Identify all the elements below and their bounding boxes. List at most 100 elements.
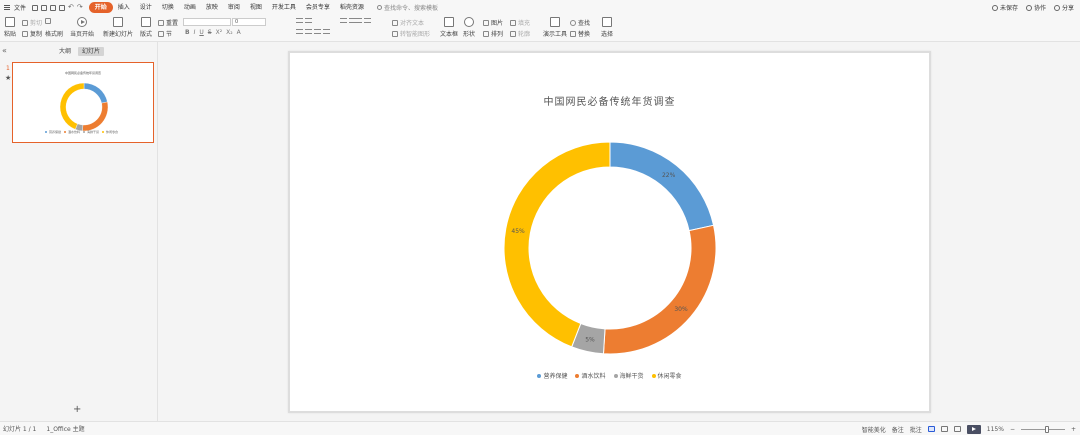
copy-label: 复制 <box>30 31 43 38</box>
new-slide-button[interactable]: 新建幻灯片 <box>103 17 133 38</box>
line-spacing-icon[interactable] <box>364 18 371 23</box>
bold-icon[interactable]: B <box>185 29 190 36</box>
zoom-slider-knob[interactable] <box>1044 425 1049 433</box>
replace-icon <box>570 30 576 37</box>
tab-member[interactable]: 会员专享 <box>301 2 335 13</box>
reading-view-icon[interactable] <box>953 426 961 432</box>
slide-sorter-icon[interactable] <box>940 426 948 432</box>
redo-icon[interactable]: ↷ <box>77 4 83 11</box>
donut-chart[interactable]: 22% 30% 5% 45% <box>504 142 716 354</box>
theme-name[interactable]: 1_Office 主题 <box>46 424 84 433</box>
paste-button[interactable]: 粘贴 <box>4 17 16 38</box>
legend-swatch <box>613 373 618 378</box>
add-slide-button[interactable]: + <box>73 405 81 415</box>
tab-view[interactable]: 视图 <box>245 2 267 13</box>
font-color-icon[interactable]: A <box>237 29 241 36</box>
textbox-button[interactable]: 文本框 <box>440 17 458 38</box>
align-center-icon[interactable] <box>305 29 312 34</box>
align-left-icon[interactable] <box>296 29 303 34</box>
outline-icon <box>510 30 516 37</box>
zoom-level[interactable]: 115% <box>987 426 1004 433</box>
slide-thumbnail[interactable]: 中国网民必备传统年货调查 营养保健 酒水饮料 海鲜干货 休闲零食 <box>12 62 154 143</box>
numbering-icon[interactable] <box>305 18 312 23</box>
underline-icon[interactable]: U <box>199 29 203 36</box>
bullets-button[interactable] <box>296 18 312 23</box>
export-pdf-icon[interactable] <box>41 4 48 11</box>
font-name-select[interactable] <box>183 18 231 26</box>
slice-1[interactable] <box>602 224 716 354</box>
unsaved-button[interactable]: 未保存 <box>991 3 1018 12</box>
tab-outline[interactable]: 大纲 <box>55 47 75 56</box>
comments-button[interactable]: 批注 <box>910 425 922 434</box>
columns-button[interactable] <box>355 18 371 23</box>
tab-start[interactable]: 开始 <box>88 2 113 13</box>
undo-icon[interactable]: ↶ <box>68 4 74 11</box>
arrange-button[interactable]: 排列 <box>483 29 503 38</box>
picture-button[interactable]: 图片 <box>483 18 503 27</box>
notes-button[interactable]: 备注 <box>892 425 904 434</box>
legend-item[interactable]: 休闲零食 <box>651 371 682 380</box>
decrease-indent-icon[interactable] <box>340 18 347 23</box>
zoom-out-icon[interactable]: − <box>1010 426 1015 433</box>
legend-item[interactable]: 酒水饮料 <box>575 371 606 380</box>
print-preview-icon[interactable] <box>59 4 66 11</box>
fill-button[interactable]: 填充 <box>510 18 530 27</box>
copy-button[interactable]: 复制 <box>22 29 42 38</box>
tab-developer[interactable]: 开发工具 <box>267 2 301 13</box>
align-right-icon[interactable] <box>314 29 321 34</box>
slice-0[interactable] <box>609 142 715 232</box>
print-icon[interactable] <box>50 4 57 11</box>
chart-title[interactable]: 中国网民必备传统年货调查 <box>290 93 929 108</box>
arrange-label: 排列 <box>491 31 504 38</box>
normal-view-icon[interactable] <box>927 426 935 432</box>
select-button[interactable]: 选择 <box>601 17 613 38</box>
reset-button[interactable]: 重置 <box>158 18 178 27</box>
shape-button[interactable]: 形状 <box>463 17 475 38</box>
menu-bar: 文件 ↶ ↷ 开始 插入 设计 切换 动画 放映 审阅 视图 开发工具 会员专享… <box>0 0 1080 15</box>
layout-button[interactable]: 版式 <box>140 17 152 38</box>
format-painter-button[interactable] <box>45 18 51 24</box>
slideshow-play-button[interactable] <box>966 424 981 434</box>
subscript-icon[interactable]: X₂ <box>226 29 233 36</box>
section-button[interactable]: 节 <box>158 29 172 38</box>
legend-item[interactable]: 营养保健 <box>537 371 567 380</box>
italic-icon[interactable]: I <box>194 29 196 36</box>
shape-icon <box>464 17 474 27</box>
collab-button[interactable]: 协作 <box>1025 3 1046 12</box>
tab-design[interactable]: 设计 <box>135 2 157 13</box>
play-from-current-button[interactable]: 当页开始 <box>70 17 94 38</box>
font-size-select[interactable]: 0 <box>232 18 266 26</box>
tab-docer-resources[interactable]: 稻壳资源 <box>335 2 369 13</box>
replace-button[interactable]: 替换 <box>570 29 590 38</box>
outline-button[interactable]: 轮廓 <box>510 29 530 38</box>
convert-smartart-button[interactable]: 转智能图形 <box>392 29 430 38</box>
file-menu[interactable]: 文件 <box>14 3 26 12</box>
tab-slideshow[interactable]: 放映 <box>201 2 223 13</box>
chart-legend[interactable]: 营养保健 酒水饮料 海鲜干货 休闲零食 <box>290 371 929 380</box>
cut-button[interactable]: 剪切 <box>22 18 42 27</box>
presenter-tools-button[interactable]: 演示工具 <box>543 17 567 38</box>
find-button[interactable]: 查找 <box>570 18 590 27</box>
strikethrough-icon[interactable]: S <box>208 29 212 36</box>
legend-item[interactable]: 海鲜干货 <box>613 371 644 380</box>
tab-slides[interactable]: 幻灯片 <box>78 47 105 56</box>
menu-icon[interactable] <box>2 0 12 15</box>
format-painter-label-button[interactable]: 格式刷 <box>45 29 63 38</box>
tab-animation[interactable]: 动画 <box>179 2 201 13</box>
thumb-slice-1 <box>82 101 108 131</box>
tab-transition[interactable]: 切换 <box>157 2 179 13</box>
tab-insert[interactable]: 插入 <box>113 2 135 13</box>
command-search[interactable]: 查找命令、搜索模板 <box>376 3 438 12</box>
collapse-panel-icon[interactable]: « <box>2 47 7 55</box>
save-icon[interactable] <box>32 4 39 11</box>
superscript-icon[interactable]: X² <box>216 29 223 36</box>
align-text-button[interactable]: 对齐文本 <box>392 18 424 27</box>
share-button[interactable]: 分享 <box>1053 3 1074 12</box>
justify-icon[interactable] <box>323 29 330 34</box>
slice-3[interactable] <box>504 142 611 348</box>
zoom-in-icon[interactable]: + <box>1071 426 1076 433</box>
smart-beautify-button[interactable]: 智能美化 <box>862 425 886 434</box>
slide[interactable]: 中国网民必备传统年货调查 22% 30% 5% 45% 营养保健 酒水饮料 海鲜干货 休闲零… <box>288 51 931 413</box>
zoom-slider[interactable] <box>1020 425 1065 433</box>
tab-review[interactable]: 审阅 <box>223 2 245 13</box>
